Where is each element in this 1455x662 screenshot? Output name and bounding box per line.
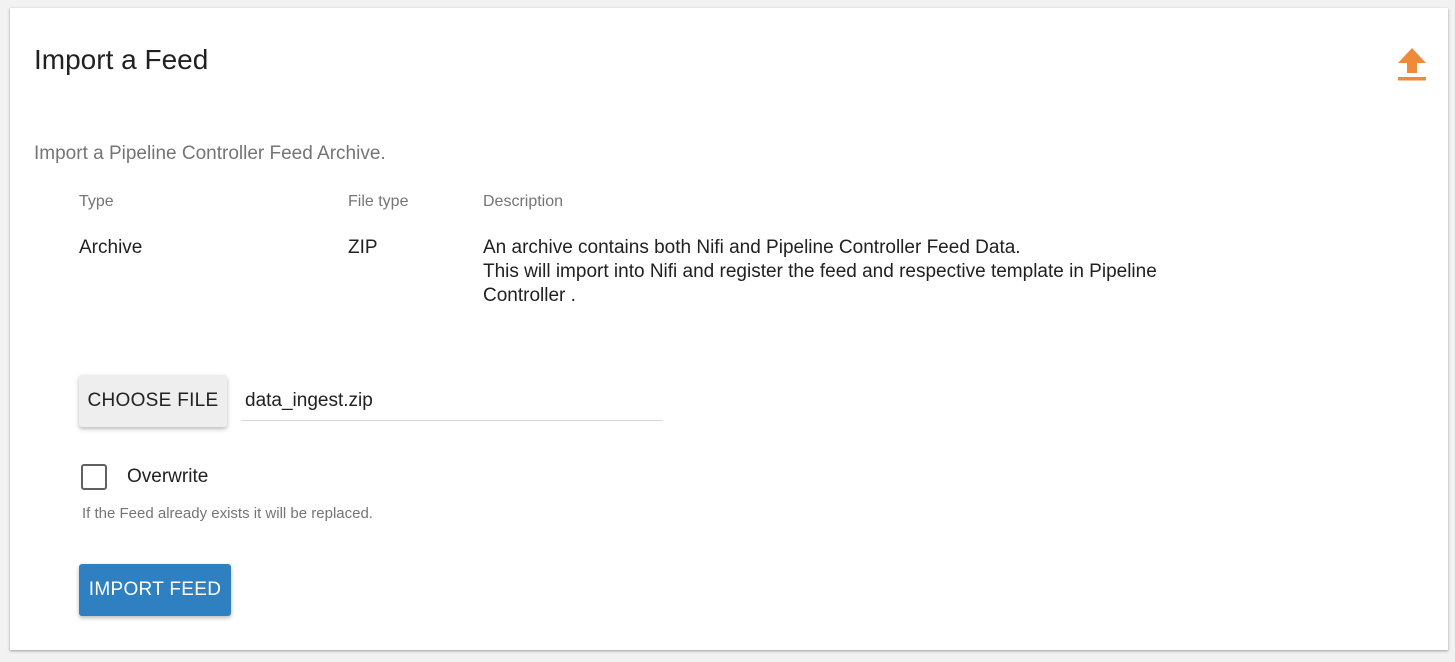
overwrite-label[interactable]: Overwrite <box>127 464 208 490</box>
upload-icon[interactable] <box>1396 46 1428 82</box>
cell-file-type: ZIP <box>348 237 378 258</box>
import-feed-card: Import a Feed Import a Pipeline Controll… <box>10 8 1448 650</box>
page-subtitle: Import a Pipeline Controller Feed Archiv… <box>34 143 386 164</box>
page-title: Import a Feed <box>34 44 209 75</box>
column-header-type: Type <box>79 193 114 210</box>
overwrite-hint: If the Feed already exists it will be re… <box>82 505 373 522</box>
import-feed-button[interactable]: IMPORT FEED <box>79 564 231 616</box>
cell-description: An archive contains both Nifi and Pipeli… <box>483 236 1263 308</box>
file-name-input[interactable] <box>241 382 663 421</box>
choose-file-button[interactable]: CHOOSE FILE <box>79 375 227 427</box>
cell-type: Archive <box>79 237 143 258</box>
description-line-1: An archive contains both Nifi and Pipeli… <box>483 237 1021 258</box>
column-header-description: Description <box>483 193 564 210</box>
description-line-2: This will import into Nifi and register … <box>483 261 1157 306</box>
column-header-file-type: File type <box>348 193 409 210</box>
overwrite-checkbox[interactable] <box>81 464 107 490</box>
